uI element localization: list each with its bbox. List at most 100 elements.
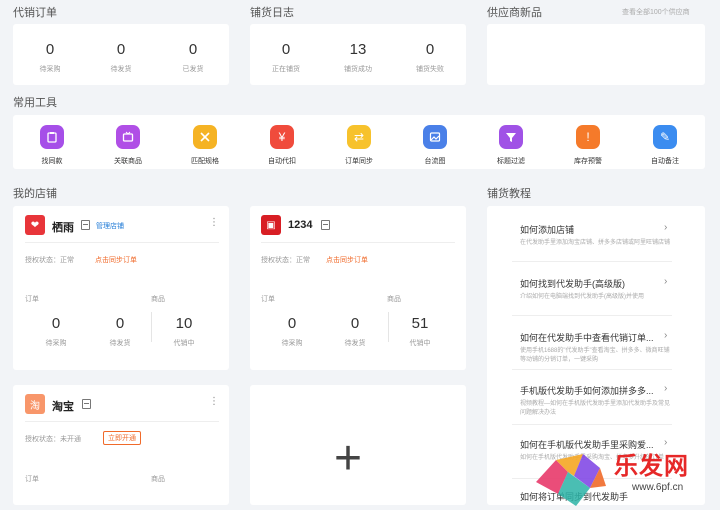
tool-find-same[interactable]: 找同款 <box>20 125 84 166</box>
stat-label: 铺货失败 <box>416 66 444 73</box>
orders-card: 0 待采购 0 待发货 0 已发货 <box>13 24 229 85</box>
tool-match-spec[interactable]: 匹配规格 <box>173 125 237 166</box>
orders-label: 订单 <box>25 476 39 483</box>
stat-label: 铺货成功 <box>344 66 372 73</box>
stat-value: 0 <box>51 315 61 332</box>
colorful-creature-icon <box>536 454 606 506</box>
log-stat-failed[interactable]: 0 铺货失败 <box>400 41 460 74</box>
orders-stat-shipped[interactable]: 0 已发货 <box>163 41 223 74</box>
store-stat-on-sale[interactable]: 10 代销中 <box>154 315 214 348</box>
stat-value: 51 <box>411 315 429 332</box>
stat-label: 待采购 <box>281 340 303 347</box>
tutorial-desc: 视频教程—如何在手机版代发助手里添加代发助手及常见问题解决办法 <box>520 401 671 416</box>
tutorial-desc: 在代发助手里添加淘宝店铺、拼多多店铺或阿里旺铺店铺 <box>520 240 671 246</box>
stores-section-title: 我的店铺 <box>13 188 57 200</box>
divider <box>388 312 389 342</box>
stat-label: 待采购 <box>39 66 61 73</box>
tool-label: 标题过滤 <box>497 158 525 165</box>
orders-label: 订单 <box>25 296 39 303</box>
divider <box>512 315 672 316</box>
tutorial-desc: 介绍如何在电脑端找到代发助手(高级版)并使用 <box>520 294 644 300</box>
chevron-right-icon: › <box>664 383 668 394</box>
plus-icon[interactable]: + <box>334 435 362 483</box>
tutorial-item[interactable]: 手机版代发助手如何添加拼多多... 视频教程—如何在手机版代发助手里添加代发助手及… <box>520 384 672 418</box>
stat-label: 代销中 <box>173 340 195 347</box>
manage-store-link[interactable]: 管理店铺 <box>96 221 124 231</box>
auth-status: 授权状态：未开通 <box>25 436 81 443</box>
store-stat-on-sale[interactable]: 51 代销中 <box>390 315 450 348</box>
logs-card: 0 正在铺货 13 铺货成功 0 铺货失败 <box>250 24 466 85</box>
store-name: 1234 <box>288 219 313 231</box>
tool-label: 自动代扣 <box>268 158 296 165</box>
more-options-icon[interactable]: ⋮ <box>209 218 219 228</box>
chevron-right-icon: › <box>664 222 668 233</box>
tool-label: 台流图 <box>424 158 446 165</box>
log-stat-success[interactable]: 13 铺货成功 <box>328 41 388 74</box>
tutorial-desc: 使用手机1688的"代发助手"查看淘宝、拼多多、微商旺铺等动铺的分销订单，一键采… <box>520 348 670 363</box>
tool-image-flow[interactable]: 台流图 <box>403 125 467 166</box>
stat-value: 0 <box>425 41 435 58</box>
auth-status: 授权状态：正常 <box>25 257 74 264</box>
image-icon <box>423 125 447 149</box>
document-icon[interactable] <box>82 399 91 409</box>
stat-label: 待发货 <box>109 340 131 347</box>
add-store-card[interactable]: + <box>250 385 466 505</box>
document-icon[interactable] <box>81 220 90 230</box>
tool-auto-deduct[interactable]: ¥ 自动代扣 <box>250 125 314 166</box>
tool-label: 自动备注 <box>651 158 679 165</box>
stat-label: 待采购 <box>45 340 67 347</box>
divider <box>151 312 152 342</box>
store-stat-pending-ship[interactable]: 0 待发货 <box>325 315 385 348</box>
watermark-logo: 乐发网 www.6pf.cn <box>528 442 718 508</box>
orders-stat-pending-ship[interactable]: 0 待发货 <box>91 41 151 74</box>
tool-label: 匹配规格 <box>191 158 219 165</box>
more-options-icon[interactable]: ⋮ <box>209 397 219 407</box>
tools-icon <box>193 125 217 149</box>
tutorial-title: 如何添加店铺 <box>520 225 575 235</box>
stat-value: 0 <box>116 41 126 58</box>
document-icon[interactable] <box>321 220 330 230</box>
store-logo-icon: ❤ <box>25 215 45 235</box>
sync-orders-link[interactable]: 点击同步订单 <box>326 255 368 265</box>
open-now-button[interactable]: 立即开通 <box>103 431 141 445</box>
stat-label: 待发货 <box>110 66 132 73</box>
store-logo-icon: ▣ <box>261 215 281 235</box>
sync-orders-link[interactable]: 点击同步订单 <box>95 255 137 265</box>
tools-section-title: 常用工具 <box>13 97 57 109</box>
orders-stat-pending-purchase[interactable]: 0 待采购 <box>20 41 80 74</box>
tool-stock-alert[interactable]: ! 库存预警 <box>556 125 620 166</box>
tool-order-sync[interactable]: ⇄ 订单同步 <box>327 125 391 166</box>
tutorial-item[interactable]: 如何添加店铺在代发助手里添加淘宝店铺、拼多多店铺或阿里旺铺店铺 <box>520 223 672 248</box>
tool-title-filter[interactable]: 标题过滤 <box>479 125 543 166</box>
stat-value: 0 <box>350 315 360 332</box>
tutorial-item[interactable]: 如何在代发助手中查看代销订单... 使用手机1688的"代发助手"查看淘宝、拼多多… <box>520 331 672 365</box>
goods-label: 商品 <box>151 296 165 303</box>
taobao-logo-icon: 淘 <box>25 394 45 414</box>
sync-icon: ⇄ <box>347 125 371 149</box>
stat-value: 13 <box>349 41 367 58</box>
supplier-section-title: 供应商新品 <box>487 7 542 19</box>
store-stat-pending-purchase[interactable]: 0 待采购 <box>26 315 86 348</box>
stat-value: 0 <box>115 315 125 332</box>
stat-value: 0 <box>281 41 291 58</box>
log-stat-in-progress[interactable]: 0 正在铺货 <box>256 41 316 74</box>
tools-card: 找同款 关联商品 匹配规格 ¥ 自动代扣 ⇄ 订单同步 台流图 标题过滤 ! 库… <box>13 115 705 169</box>
store-stat-pending-ship[interactable]: 0 待发货 <box>90 315 150 348</box>
store-stat-pending-purchase[interactable]: 0 待采购 <box>262 315 322 348</box>
store-card: ❤ 栖雨 管理店铺 ⋮ 授权状态：正常 点击同步订单 订单 商品 0 待采购 0 待… <box>13 206 229 370</box>
orders-label: 订单 <box>261 296 275 303</box>
alert-icon: ! <box>576 125 600 149</box>
watermark-url: www.6pf.cn <box>632 482 684 493</box>
stat-value: 0 <box>188 41 198 58</box>
store-card: 淘 淘宝 ⋮ 授权状态：未开通 立即开通 订单 商品 <box>13 385 229 505</box>
stat-value: 10 <box>175 315 193 332</box>
divider <box>261 242 455 243</box>
goods-label: 商品 <box>151 476 165 483</box>
tutorial-item[interactable]: 如何找到代发助手(高级版) 介绍如何在电脑端找到代发助手(高级版)并使用 <box>520 277 672 302</box>
watermark-brand: 乐发网 <box>614 451 689 480</box>
tool-auto-note[interactable]: ✎ 自动备注 <box>633 125 697 166</box>
tutorial-title: 如何在代发助手中查看代销订单... <box>520 333 654 343</box>
store-name: 栖雨 <box>52 222 74 234</box>
view-all-suppliers-link[interactable]: 查看全部100个供应商 <box>622 7 690 17</box>
tool-link-goods[interactable]: 关联商品 <box>96 125 160 166</box>
